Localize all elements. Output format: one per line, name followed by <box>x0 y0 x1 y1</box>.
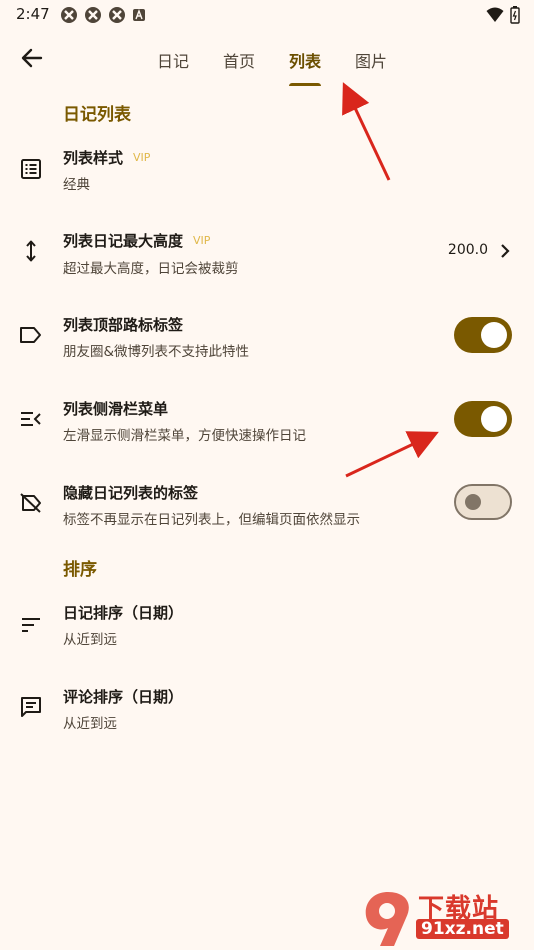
setting-comment-sort[interactable]: 评论排序（日期） 从近到远 <box>0 674 534 750</box>
tab-label: 首页 <box>222 52 255 71</box>
tab-label: 图片 <box>354 52 387 71</box>
toggle-thumb <box>481 322 507 348</box>
tab-diary[interactable]: 日记 <box>140 40 206 86</box>
comment-icon <box>18 694 44 720</box>
setting-title: 列表侧滑栏菜单 <box>63 400 169 418</box>
app-icon <box>85 7 101 23</box>
a-badge-icon <box>133 9 145 21</box>
setting-subtitle: 朋友圈&微博列表不支持此特性 <box>63 344 250 360</box>
setting-title-text: 列表样式 <box>63 149 124 167</box>
status-time: 2:47 <box>16 5 50 23</box>
setting-title-text: 列表日记最大高度 <box>63 232 184 250</box>
setting-list-style[interactable]: 列表样式 VIP 经典 <box>0 132 534 208</box>
watermark-emblem-icon <box>365 892 409 946</box>
setting-title: 隐藏日记列表的标签 <box>63 484 199 502</box>
toggle-thumb <box>465 494 481 510</box>
watermark-url: 91xz.net <box>416 919 509 939</box>
setting-hide-tags[interactable]: 隐藏日记列表的标签 标签不再显示在日记列表上，但编辑页面依然显示 <box>0 468 534 544</box>
setting-title: 评论排序（日期） <box>63 688 184 706</box>
vip-badge: VIP <box>133 151 151 164</box>
setting-subtitle: 经典 <box>63 177 90 193</box>
setting-title: 日记排序（日期） <box>63 604 184 622</box>
battery-icon <box>510 6 520 24</box>
setting-subtitle: 左滑显示侧滑栏菜单，方便快速操作日记 <box>63 428 306 444</box>
tab-label: 列表 <box>288 52 321 71</box>
vertical-arrows-icon <box>18 238 44 264</box>
setting-title: 列表顶部路标标签 <box>63 316 184 334</box>
active-tab-indicator <box>289 83 321 86</box>
top-tags-toggle[interactable] <box>454 317 512 353</box>
status-system-icons <box>486 6 520 24</box>
tab-label: 日记 <box>156 52 189 71</box>
arrow-left-icon <box>21 48 43 68</box>
toggle-thumb <box>481 406 507 432</box>
setting-max-height[interactable]: 列表日记最大高度 VIP 超过最大高度，日记会被裁剪 200.0 <box>0 216 534 292</box>
sort-icon <box>18 612 44 638</box>
setting-subtitle: 超过最大高度，日记会被裁剪 <box>63 261 239 277</box>
setting-subtitle: 标签不再显示在日记列表上，但编辑页面依然显示 <box>63 512 360 528</box>
tab-bar: 日记 首页 列表 图片 <box>140 40 404 86</box>
watermark-logo: 下载站 91xz.net <box>358 888 528 948</box>
wifi-icon <box>486 7 504 22</box>
setting-subtitle: 从近到远 <box>63 632 117 648</box>
setting-diary-sort[interactable]: 日记排序（日期） 从近到远 <box>0 590 534 666</box>
back-button[interactable] <box>14 44 50 72</box>
status-notification-icons <box>60 6 146 24</box>
max-height-value: 200.0 <box>447 242 488 258</box>
vip-badge: VIP <box>193 234 211 247</box>
side-menu-toggle[interactable] <box>454 401 512 437</box>
tab-list[interactable]: 列表 <box>272 40 338 86</box>
app-icon <box>61 7 77 23</box>
tab-pictures[interactable]: 图片 <box>338 40 404 86</box>
status-bar: 2:47 <box>0 0 534 28</box>
label-off-icon <box>18 490 44 516</box>
setting-subtitle: 从近到远 <box>63 716 117 732</box>
setting-side-menu[interactable]: 列表侧滑栏菜单 左滑显示侧滑栏菜单，方便快速操作日记 <box>0 384 534 460</box>
setting-title: 列表样式 VIP <box>63 147 150 168</box>
setting-title: 列表日记最大高度 VIP <box>63 230 210 251</box>
setting-top-tags[interactable]: 列表顶部路标标签 朋友圈&微博列表不支持此特性 <box>0 300 534 376</box>
list-icon <box>18 156 44 182</box>
section-header-diary-list: 日记列表 <box>63 105 131 125</box>
tab-home[interactable]: 首页 <box>206 40 272 86</box>
menu-open-icon <box>18 406 44 432</box>
label-icon <box>18 322 44 348</box>
hide-tags-toggle[interactable] <box>454 484 512 520</box>
section-header-sort: 排序 <box>63 560 97 580</box>
chevron-right-icon <box>501 244 510 258</box>
app-icon <box>109 7 125 23</box>
